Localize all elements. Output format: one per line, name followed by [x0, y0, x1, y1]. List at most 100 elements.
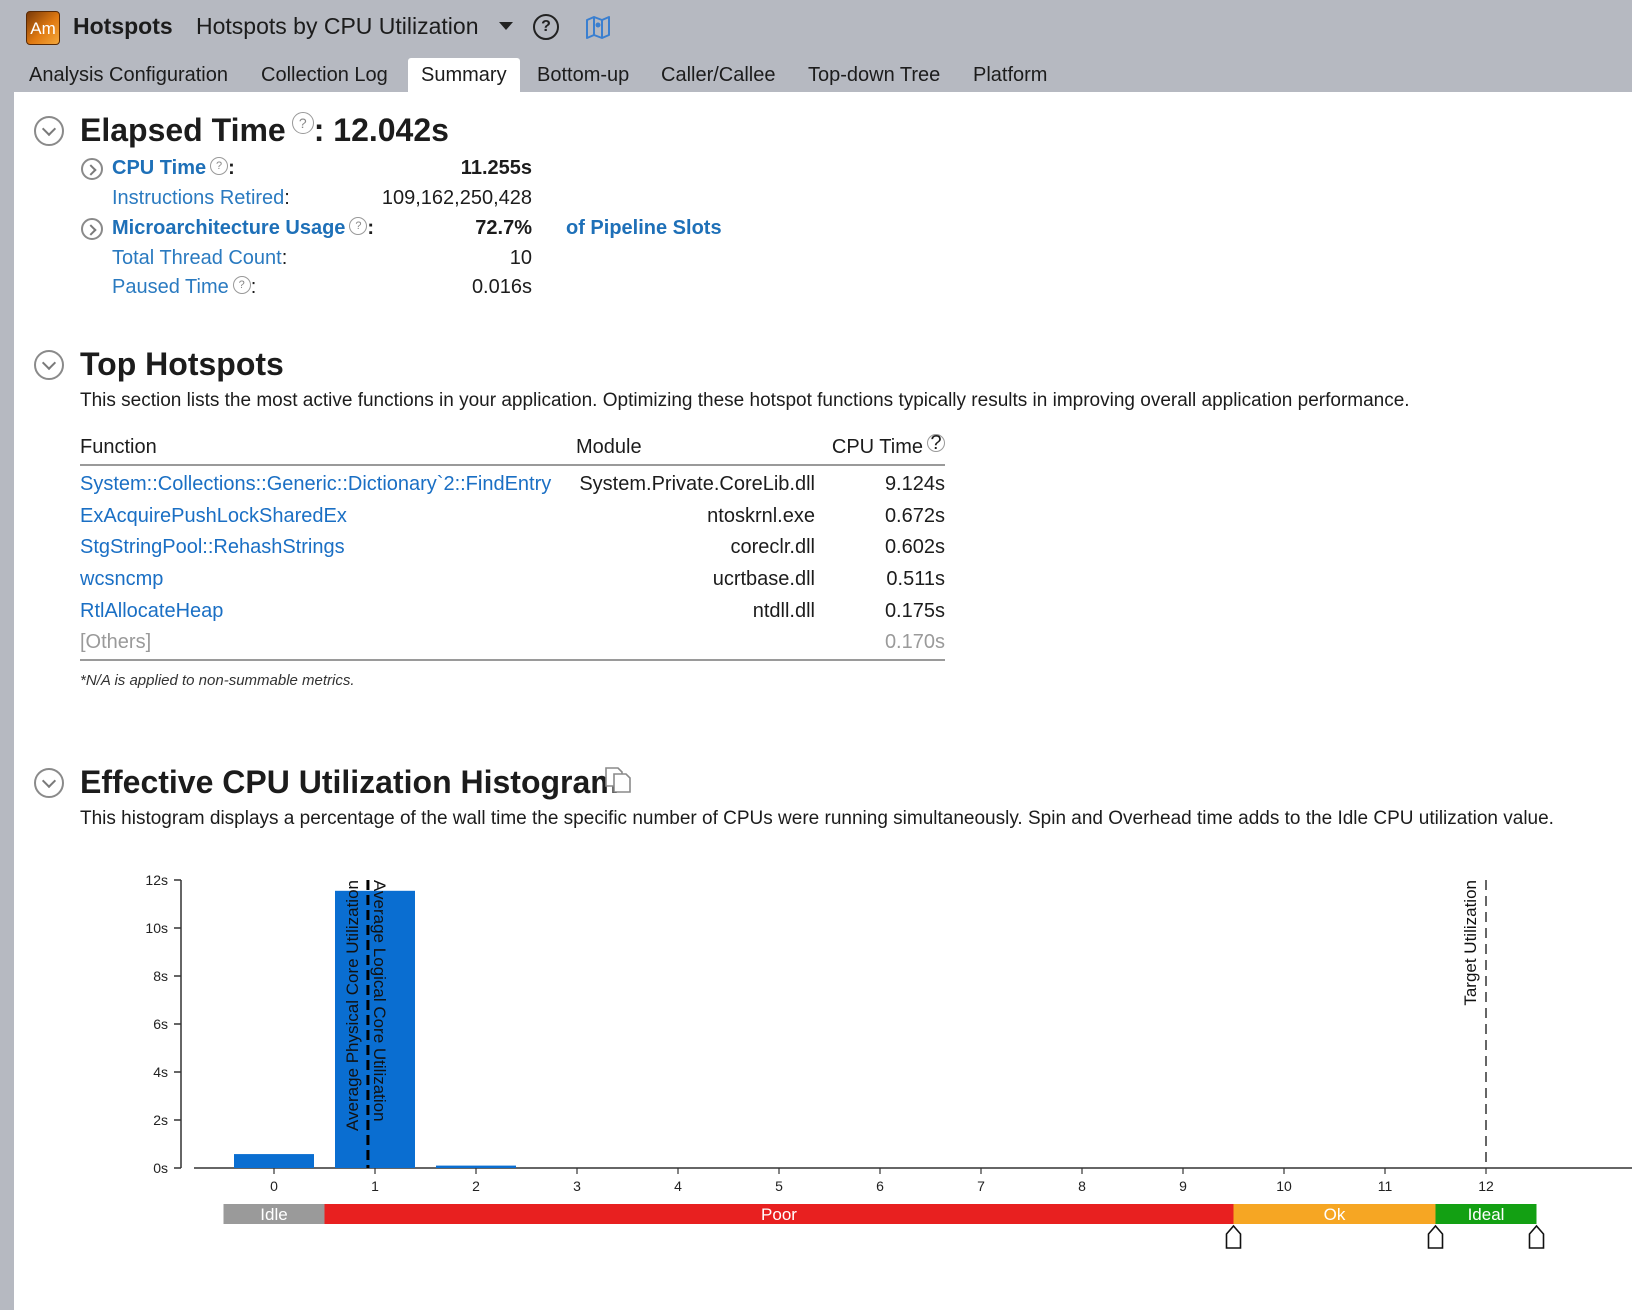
target-utilization-label: Target Utilization — [1461, 880, 1480, 1006]
microarchitecture-usage-label[interactable]: Microarchitecture Usage?: — [112, 217, 374, 240]
module-cell: ntoskrnl.exe — [707, 504, 815, 527]
instructions-retired-label[interactable]: Instructions Retired: — [112, 187, 290, 210]
tab-caller-callee[interactable]: Caller/Callee — [661, 58, 776, 92]
x-tick-label: 11 — [1378, 1178, 1393, 1194]
help-icon[interactable]: ? — [210, 157, 229, 175]
tab-top-down-tree[interactable]: Top-down Tree — [808, 58, 940, 92]
top-hotspots-table: Function Module CPU Time ? System::Colle… — [80, 433, 945, 663]
y-tick-label: 12s — [145, 872, 168, 888]
module-cell: System.Private.CoreLib.dll — [579, 473, 815, 495]
threshold-slider-handle[interactable] — [1225, 1224, 1242, 1249]
expand-microarchitecture-usage-button[interactable] — [81, 218, 103, 240]
expand-cpu-time-button[interactable] — [81, 158, 103, 180]
histogram-bar — [234, 1154, 314, 1168]
y-tick-label: 0s — [153, 1160, 168, 1176]
zone-label: Ok — [1324, 1205, 1346, 1224]
y-tick-label: 10s — [145, 920, 168, 936]
cpu-time-value: 11.255s — [460, 157, 532, 179]
x-tick-label: 9 — [1179, 1178, 1187, 1194]
x-tick-label: 1 — [371, 1178, 379, 1194]
help-icon[interactable]: ? — [927, 433, 945, 453]
function-link[interactable]: System::Collections::Generic::Dictionary… — [80, 473, 551, 496]
x-tick-label: 10 — [1276, 1178, 1292, 1194]
cpu-time-cell: 0.672s — [884, 504, 945, 527]
map-icon[interactable] — [584, 14, 612, 40]
x-tick-label: 2 — [472, 1178, 480, 1194]
microarchitecture-usage-value: 72.7% — [475, 217, 532, 239]
table-row: ExAcquirePushLockSharedEx ntoskrnl.exe 0… — [80, 501, 945, 533]
cpu-time-cell: 0.511s — [886, 568, 945, 591]
y-tick-label: 6s — [153, 1016, 168, 1032]
collapse-histogram-button[interactable] — [34, 768, 64, 798]
elapsed-time-title: Elapsed Time — [80, 112, 286, 148]
x-tick-label: 3 — [573, 1178, 581, 1194]
summary-panel: Elapsed Time?: 12.042s CPU Time?: 11.255… — [14, 92, 1632, 1310]
help-icon[interactable]: ? — [232, 276, 251, 294]
function-link[interactable]: StgStringPool::RehashStrings — [80, 536, 345, 559]
copy-icon[interactable] — [602, 764, 634, 796]
app-name: Hotspots — [73, 13, 173, 39]
cpu-utilization-histogram: 0s2s4s6s8s10s12s0 1 2 3 4 5 6 7 8 9 10 11 12Average … — [145, 872, 1632, 1249]
elapsed-time-value: 12.042s — [333, 112, 449, 148]
others-label: [Others] — [80, 631, 152, 654]
x-tick-label: 7 — [977, 1178, 985, 1194]
avg-logical-core-label: Average Logical Core Utilization — [370, 880, 389, 1122]
help-icon[interactable]: ? — [291, 112, 314, 134]
help-icon[interactable]: ? — [533, 14, 559, 40]
column-header-module[interactable]: Module — [576, 436, 642, 459]
instructions-retired-value: 109,162,250,428 — [381, 187, 532, 209]
tab-platform[interactable]: Platform — [973, 58, 1047, 92]
threshold-slider-handle[interactable] — [1528, 1224, 1545, 1249]
avg-physical-core-label: Average Physical Core Utilization — [343, 880, 362, 1131]
function-link[interactable]: ExAcquirePushLockSharedEx — [80, 505, 347, 528]
zone-label: Idle — [260, 1205, 287, 1224]
top-hotspots-description: This section lists the most active funct… — [80, 390, 1410, 411]
table-row: RtlAllocateHeap ntdll.dll 0.175s — [80, 596, 945, 628]
tab-summary[interactable]: Summary — [408, 58, 520, 92]
x-tick-label: 4 — [674, 1178, 682, 1194]
help-icon[interactable]: ? — [349, 217, 368, 235]
collapse-top-hotspots-button[interactable] — [34, 350, 64, 380]
tab-collection-log[interactable]: Collection Log — [261, 58, 388, 92]
chevron-down-icon[interactable] — [499, 22, 513, 30]
module-cell: ntdll.dll — [752, 599, 815, 622]
function-link[interactable]: wcsncmp — [80, 568, 163, 591]
function-link[interactable]: RtlAllocateHeap — [80, 600, 223, 623]
tab-bottom-up[interactable]: Bottom-up — [537, 58, 629, 92]
elapsed-time-heading: Elapsed Time?: 12.042s — [80, 112, 449, 148]
tab-analysis-configuration[interactable]: Analysis Configuration — [29, 58, 228, 92]
cpu-time-cell: 0.175s — [884, 599, 945, 622]
histogram-description: This histogram displays a percentage of … — [80, 808, 1554, 829]
y-tick-label: 4s — [153, 1064, 168, 1080]
cpu-time-cell: 0.602s — [884, 536, 945, 559]
table-row: StgStringPool::RehashStrings coreclr.dll… — [80, 532, 945, 564]
module-cell: coreclr.dll — [730, 536, 815, 559]
total-thread-count-label[interactable]: Total Thread Count: — [112, 247, 287, 270]
collapse-elapsed-time-button[interactable] — [34, 116, 64, 146]
x-tick-label: 0 — [270, 1178, 278, 1194]
y-tick-label: 2s — [153, 1112, 168, 1128]
top-hotspots-title: Top Hotspots — [80, 346, 284, 382]
cpu-time-cell: 0.170s — [884, 631, 945, 654]
table-row: System::Collections::Generic::Dictionary… — [80, 469, 945, 501]
column-header-function[interactable]: Function — [80, 436, 157, 459]
histogram-bar — [436, 1165, 516, 1168]
column-header-cpu-time[interactable]: CPU Time — [832, 436, 923, 459]
module-cell: ucrtbase.dll — [712, 568, 815, 591]
x-tick-label: 8 — [1078, 1178, 1086, 1194]
x-tick-label: 5 — [775, 1178, 783, 1194]
app-logo-icon: Am — [26, 11, 60, 45]
y-tick-label: 8s — [153, 968, 168, 984]
cpu-time-label[interactable]: CPU Time?: — [112, 157, 235, 180]
pipeline-slots-unit: of Pipeline Slots — [566, 217, 722, 239]
footnote: *N/A is applied to non-summable metrics. — [80, 672, 355, 689]
x-tick-label: 12 — [1478, 1178, 1494, 1194]
histogram-title: Effective CPU Utilization Histogram — [80, 764, 619, 800]
x-tick-label: 6 — [876, 1178, 884, 1194]
table-row-others: [Others] 0.170s — [80, 627, 945, 659]
analysis-type-selector[interactable]: Hotspots by CPU Utilization — [196, 13, 479, 40]
paused-time-value: 0.016s — [471, 276, 532, 298]
threshold-slider-handle[interactable] — [1427, 1224, 1444, 1249]
paused-time-label[interactable]: Paused Time?: — [112, 276, 256, 299]
zone-label: Poor — [761, 1205, 797, 1224]
